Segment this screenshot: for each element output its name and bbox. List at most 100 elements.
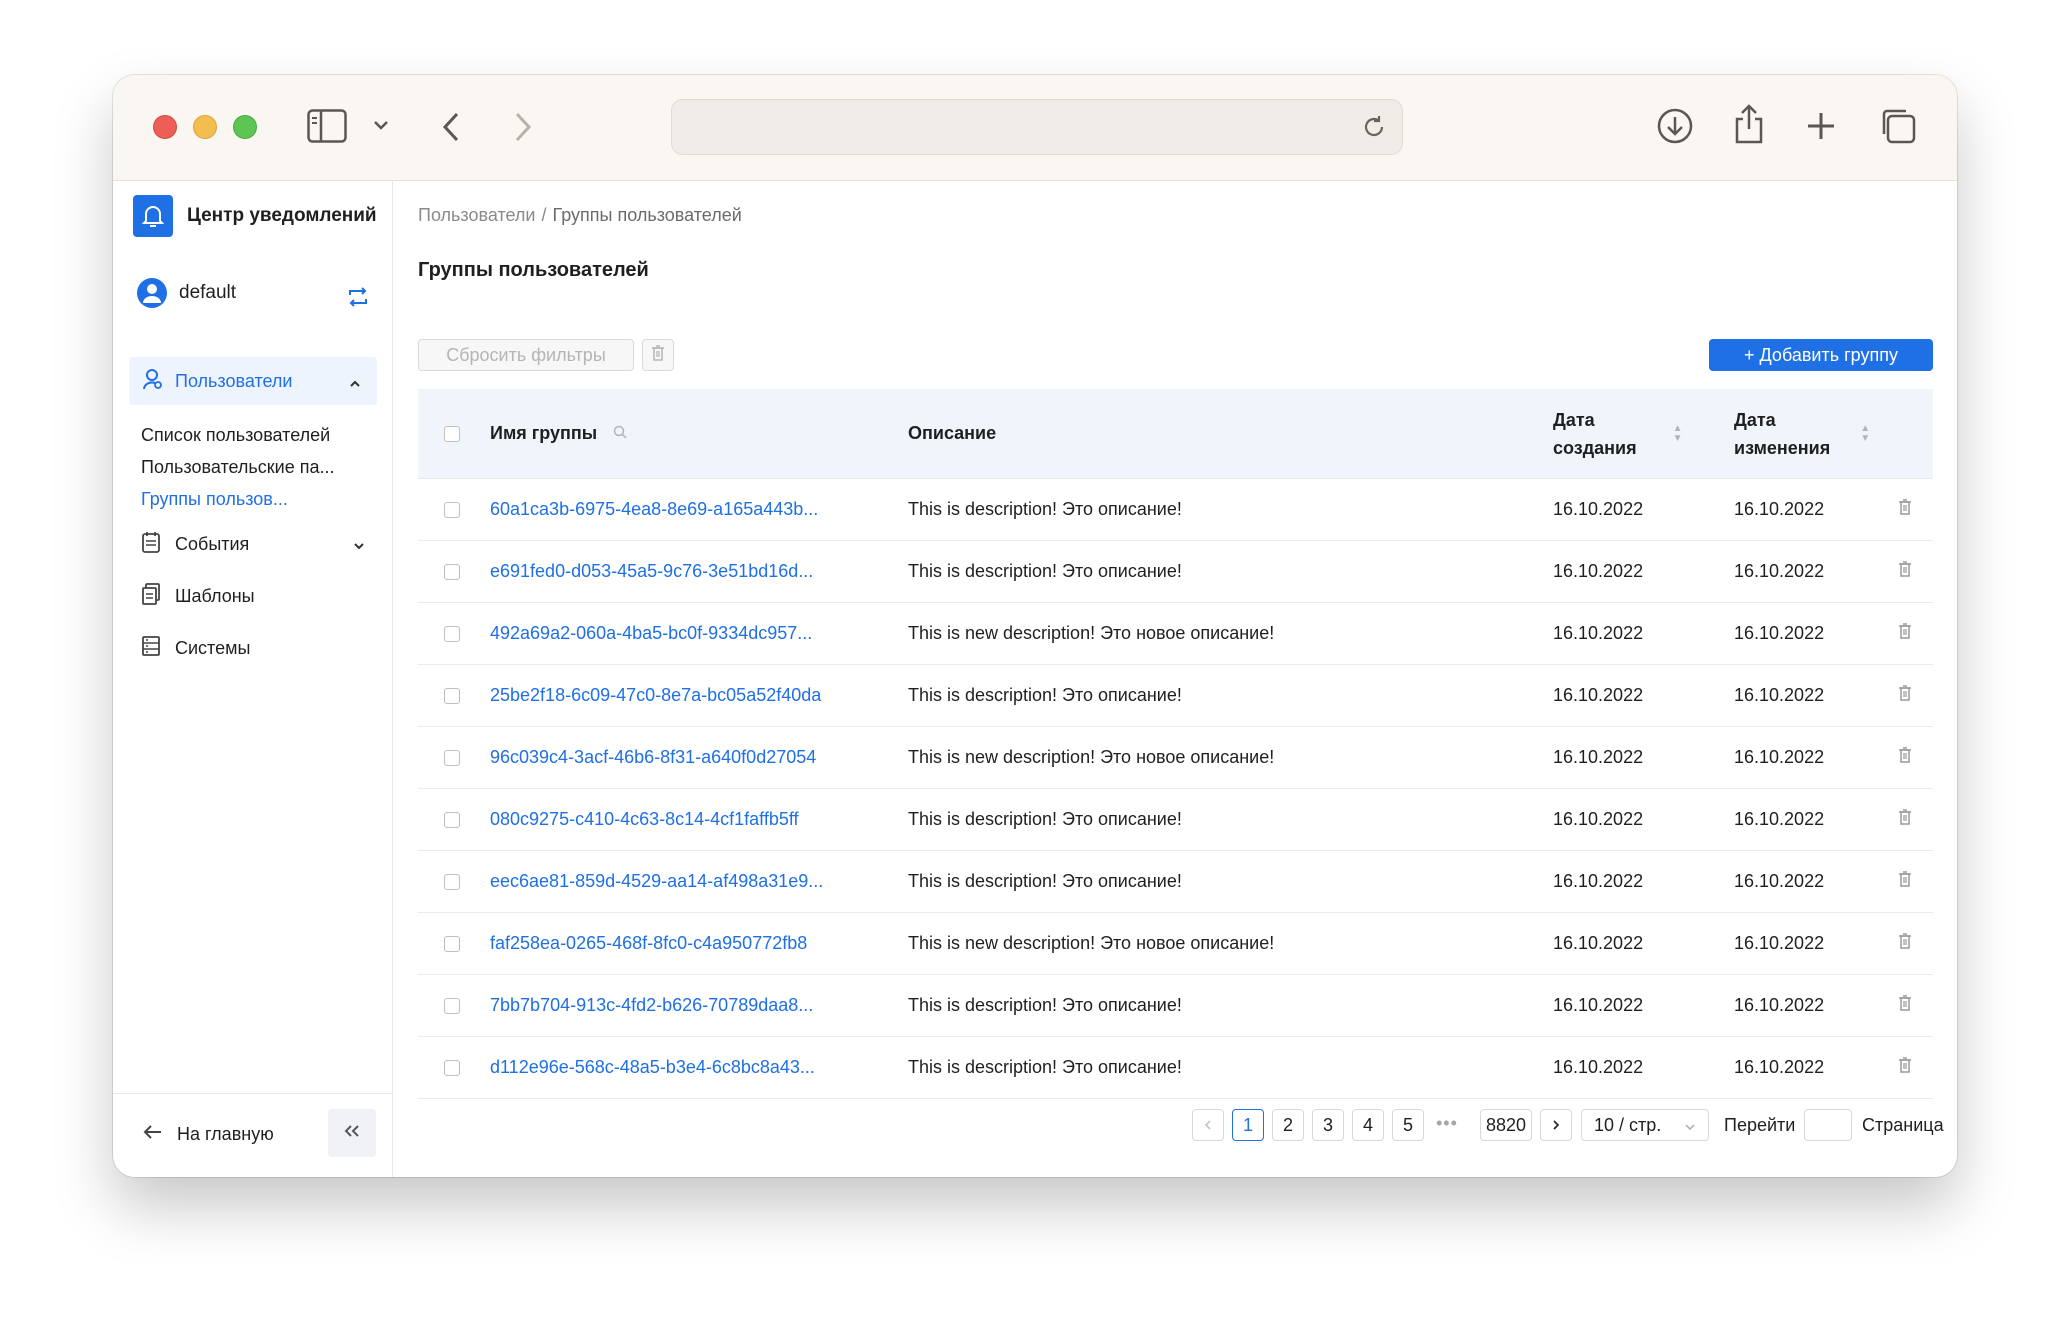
sidebar-subitem-user-list[interactable]: Список пользователей [141, 425, 330, 446]
created-date: 16.10.2022 [1553, 933, 1644, 953]
maximize-window-button[interactable] [233, 115, 257, 139]
row-checkbox[interactable] [444, 935, 460, 952]
switch-user-icon[interactable] [347, 287, 369, 312]
select-all-checkbox[interactable] [444, 425, 460, 442]
group-name-link[interactable]: 25be2f18-6c09-47c0-8e7a-bc05a52f40da [490, 685, 821, 706]
user-switcher: default [137, 273, 369, 313]
delete-row-button[interactable] [1898, 541, 1912, 602]
reset-filters-button[interactable]: Сбросить фильтры [418, 339, 634, 371]
delete-row-button[interactable] [1898, 851, 1912, 912]
table-row[interactable]: faf258ea-0265-468f-8fc0-c4a950772fb8 This… [418, 913, 1933, 975]
page-button-3[interactable]: 3 [1312, 1109, 1344, 1141]
goto-label: Перейти [1724, 1115, 1796, 1135]
table-row[interactable]: 7bb7b704-913c-4fd2-b626-70789daa8... This… [418, 975, 1933, 1037]
sidebar-item-systems[interactable]: Системы [141, 635, 371, 662]
group-description: This is new description! Это новое описа… [908, 623, 1275, 643]
address-bar[interactable] [671, 99, 1403, 155]
bulk-delete-button[interactable] [642, 339, 674, 371]
table-row[interactable]: 25be2f18-6c09-47c0-8e7a-bc05a52f40da This… [418, 665, 1933, 727]
page-button-5[interactable]: 5 [1392, 1109, 1424, 1141]
modified-date-cell: 16.10.2022 [1734, 975, 1824, 1036]
sidebar-item-templates[interactable]: Шаблоны [141, 583, 371, 610]
chevron-down-icon[interactable] [373, 119, 389, 131]
column-header-created[interactable]: Дата создания ▲ ▼ [1553, 389, 1683, 478]
row-checkbox[interactable] [444, 625, 460, 642]
row-checkbox[interactable] [444, 687, 460, 704]
delete-row-button[interactable] [1898, 1037, 1912, 1098]
delete-row-button[interactable] [1898, 479, 1912, 540]
table-row[interactable]: 96c039c4-3acf-46b6-8f31-a640f0d27054 This… [418, 727, 1933, 789]
reload-icon[interactable] [1360, 113, 1388, 146]
download-icon[interactable] [1656, 107, 1694, 145]
forward-icon[interactable] [513, 111, 533, 143]
template-icon [141, 583, 161, 610]
page-button-2[interactable]: 2 [1272, 1109, 1304, 1141]
row-checkbox[interactable] [444, 501, 460, 518]
groups-table: Имя группы Описание Дата создания ▲ ▼ Да… [418, 389, 1933, 1099]
group-name-link[interactable]: eec6ae81-859d-4529-aa14-af498a31e9... [490, 871, 823, 892]
group-name-link[interactable]: 492a69a2-060a-4ba5-bc0f-9334dc957... [490, 623, 812, 644]
minimize-window-button[interactable] [193, 115, 217, 139]
group-name-link[interactable]: 080c9275-c410-4c63-8c14-4cf1faffb5ff [490, 809, 799, 830]
trash-icon [1898, 933, 1912, 954]
sidebar-toggle-icon[interactable] [307, 109, 347, 143]
prev-page-button[interactable] [1192, 1109, 1224, 1141]
delete-row-button[interactable] [1898, 727, 1912, 788]
close-window-button[interactable] [153, 115, 177, 139]
page-button-1[interactable]: 1 [1232, 1109, 1264, 1141]
group-description: This is description! Это описание! [908, 871, 1182, 891]
delete-row-button[interactable] [1898, 789, 1912, 850]
group-name-cell: eec6ae81-859d-4529-aa14-af498a31e9... [490, 851, 823, 912]
sidebar-subitem-user-params[interactable]: Пользовательские па... [141, 457, 335, 478]
delete-row-button[interactable] [1898, 913, 1912, 974]
home-link[interactable]: На главную [143, 1124, 274, 1145]
back-icon[interactable] [441, 111, 461, 143]
page-ellipsis[interactable]: ••• [1436, 1113, 1458, 1134]
group-name-link[interactable]: 7bb7b704-913c-4fd2-b626-70789daa8... [490, 995, 813, 1016]
page-size-value: 10 / стр. [1594, 1114, 1662, 1135]
sidebar-subitem-user-groups[interactable]: Группы пользов... [141, 489, 288, 510]
page-button-4[interactable]: 4 [1352, 1109, 1384, 1141]
table-row[interactable]: 60a1ca3b-6975-4ea8-8e69-a165a443b... This… [418, 479, 1933, 541]
row-checkbox[interactable] [444, 749, 460, 766]
table-row[interactable]: d112e96e-568c-48a5-b3e4-6c8bc8a43... This… [418, 1037, 1933, 1099]
sidebar-item-events[interactable]: События [141, 531, 371, 558]
row-checkbox[interactable] [444, 811, 460, 828]
new-tab-icon[interactable] [1806, 111, 1836, 141]
row-checkbox[interactable] [444, 997, 460, 1014]
group-name-cell: 60a1ca3b-6975-4ea8-8e69-a165a443b... [490, 479, 818, 540]
row-checkbox[interactable] [444, 563, 460, 580]
sort-icon[interactable]: ▲ ▼ [1673, 423, 1683, 444]
created-date: 16.10.2022 [1553, 685, 1644, 705]
group-name-link[interactable]: d112e96e-568c-48a5-b3e4-6c8bc8a43... [490, 1057, 815, 1078]
delete-row-button[interactable] [1898, 975, 1912, 1036]
column-header-modified[interactable]: Дата изменения ▲ ▼ [1734, 389, 1870, 478]
breadcrumb-parent[interactable]: Пользователи [418, 205, 535, 225]
sort-icon[interactable]: ▲ ▼ [1860, 423, 1870, 444]
page-size-select[interactable]: 10 / стр. [1581, 1109, 1709, 1141]
next-page-button[interactable] [1540, 1109, 1572, 1141]
collapse-sidebar-button[interactable] [328, 1109, 376, 1157]
group-name-link[interactable]: 60a1ca3b-6975-4ea8-8e69-a165a443b... [490, 499, 818, 520]
table-row[interactable]: 080c9275-c410-4c63-8c14-4cf1faffb5ff This… [418, 789, 1933, 851]
tab-overview-icon[interactable] [1879, 107, 1917, 145]
row-checkbox[interactable] [444, 873, 460, 890]
sidebar-item-users[interactable]: Пользователи [129, 357, 377, 405]
goto-page-input[interactable] [1804, 1109, 1852, 1141]
group-name-link[interactable]: e691fed0-d053-45a5-9c76-3e51bd16d... [490, 561, 813, 582]
add-group-button[interactable]: + Добавить группу [1709, 339, 1933, 371]
table-row[interactable]: eec6ae81-859d-4529-aa14-af498a31e9... Thi… [418, 851, 1933, 913]
group-name-link[interactable]: faf258ea-0265-468f-8fc0-c4a950772fb8 [490, 933, 807, 954]
brand[interactable]: Центр уведомлений [133, 195, 377, 237]
delete-row-button[interactable] [1898, 665, 1912, 726]
description-cell: This is description! Это описание! [908, 479, 1182, 540]
modified-date-cell: 16.10.2022 [1734, 603, 1824, 664]
group-name-link[interactable]: 96c039c4-3acf-46b6-8f31-a640f0d27054 [490, 747, 816, 768]
search-icon[interactable] [613, 423, 627, 444]
page-button-last[interactable]: 8820 [1480, 1109, 1532, 1141]
share-icon[interactable] [1733, 103, 1765, 145]
table-row[interactable]: e691fed0-d053-45a5-9c76-3e51bd16d... This… [418, 541, 1933, 603]
table-row[interactable]: 492a69a2-060a-4ba5-bc0f-9334dc957... This… [418, 603, 1933, 665]
delete-row-button[interactable] [1898, 603, 1912, 664]
row-checkbox[interactable] [444, 1059, 460, 1076]
